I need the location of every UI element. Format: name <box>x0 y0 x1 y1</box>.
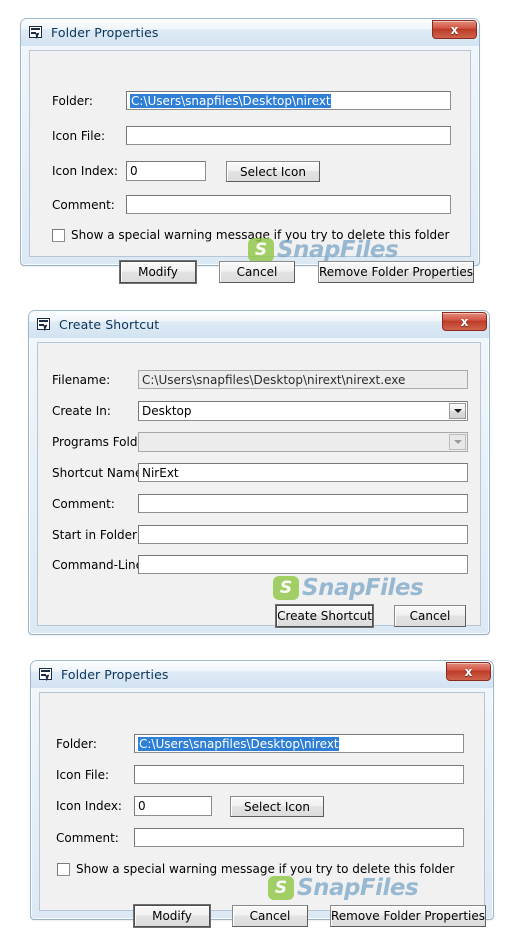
shortcut-name-value: NirExt <box>142 465 179 480</box>
comment-label: Comment: <box>52 497 115 511</box>
icon-index-input[interactable]: 0 <box>126 161 206 181</box>
title-bar[interactable]: Create Shortcut x <box>29 311 489 338</box>
close-button[interactable]: x <box>442 312 487 331</box>
snapfiles-logo-icon: S <box>273 576 299 600</box>
folder-input[interactable]: C:\Users\snapfiles\Desktop\nirext <box>134 734 464 753</box>
delete-warning-checkbox-row[interactable]: Show a special warning message if you tr… <box>52 228 449 242</box>
window-title: Create Shortcut <box>59 317 160 332</box>
folder-label: Folder: <box>52 94 93 108</box>
title-bar[interactable]: Folder Properties x <box>21 19 479 46</box>
snapfiles-watermark-text: SnapFiles <box>297 875 419 901</box>
cancel-button[interactable]: Cancel <box>232 905 308 927</box>
folder-properties-window-2[interactable]: Folder Properties x Folder: C:\Users\sna… <box>30 660 494 927</box>
shortcut-name-input[interactable]: NirExt <box>138 463 468 482</box>
icon-index-input[interactable]: 0 <box>134 796 212 816</box>
snapfiles-watermark: S SnapFiles <box>268 875 419 901</box>
title-bar[interactable]: Folder Properties x <box>31 661 493 688</box>
folder-label: Folder: <box>56 737 97 751</box>
create-shortcut-window[interactable]: Create Shortcut x Filename: C:\Users\sna… <box>28 310 490 635</box>
start-in-folder-label: Start in Folder: <box>52 528 141 542</box>
remove-folder-properties-button[interactable]: Remove Folder Properties <box>330 905 486 927</box>
select-icon-button[interactable]: Select Icon <box>230 796 324 817</box>
snapfiles-logo-icon: S <box>268 876 294 900</box>
folder-input-value: C:\Users\snapfiles\Desktop\nirext <box>138 736 339 751</box>
comment-input[interactable] <box>138 494 468 513</box>
modify-button[interactable]: Modify <box>120 261 196 283</box>
shortcut-name-label: Shortcut Name: <box>52 466 147 480</box>
client-area: Folder: C:\Users\snapfiles\Desktop\nirex… <box>39 692 486 927</box>
icon-index-label: Icon Index: <box>56 799 122 813</box>
nirext-window-icon <box>29 25 45 41</box>
delete-warning-label: Show a special warning message if you tr… <box>71 228 450 242</box>
modify-button[interactable]: Modify <box>134 905 210 927</box>
programs-folder-combobox <box>138 432 468 452</box>
delete-warning-checkbox[interactable] <box>57 862 70 876</box>
chevron-down-icon <box>449 434 466 450</box>
filename-label: Filename: <box>52 373 111 387</box>
icon-file-input[interactable] <box>134 765 464 784</box>
comment-label: Comment: <box>56 831 119 845</box>
client-area: Filename: C:\Users\snapfiles\Desktop\nir… <box>37 342 481 627</box>
window-title: Folder Properties <box>51 25 159 40</box>
filename-input: C:\Users\snapfiles\Desktop\nirext\nirext… <box>138 370 468 389</box>
filename-input-value: C:\Users\snapfiles\Desktop\nirext\nirext… <box>142 372 406 387</box>
close-button[interactable]: x <box>432 20 477 39</box>
nirext-window-icon <box>37 317 53 333</box>
comment-input[interactable] <box>126 195 451 214</box>
cancel-button[interactable]: Cancel <box>219 261 295 283</box>
delete-warning-checkbox-row[interactable]: Show a special warning message if you tr… <box>57 862 454 876</box>
folder-properties-window-1[interactable]: Folder Properties x Folder: C:\Users\sna… <box>20 18 480 283</box>
snapfiles-watermark: S SnapFiles <box>273 575 424 601</box>
folder-input-value: C:\Users\snapfiles\Desktop\nirext <box>130 93 331 108</box>
start-in-folder-input[interactable] <box>138 525 468 544</box>
create-in-combobox[interactable]: Desktop <box>138 401 468 421</box>
remove-folder-properties-button[interactable]: Remove Folder Properties <box>318 261 474 283</box>
create-in-label: Create In: <box>52 404 111 418</box>
select-icon-button[interactable]: Select Icon <box>226 161 320 182</box>
snapfiles-watermark-text: SnapFiles <box>302 575 424 601</box>
create-shortcut-button[interactable]: Create Shortcut <box>276 605 373 627</box>
create-in-value: Desktop <box>142 404 192 418</box>
icon-file-label: Icon File: <box>56 768 110 782</box>
delete-warning-label: Show a special warning message if you tr… <box>76 862 455 876</box>
client-area: Folder: C:\Users\snapfiles\Desktop\nirex… <box>29 50 474 283</box>
delete-warning-checkbox[interactable] <box>52 228 65 242</box>
chevron-down-icon[interactable] <box>449 403 466 419</box>
icon-file-label: Icon File: <box>52 129 106 143</box>
comment-label: Comment: <box>52 198 115 212</box>
comment-input[interactable] <box>134 828 464 847</box>
nirext-window-icon <box>39 667 55 683</box>
icon-file-input[interactable] <box>126 126 451 145</box>
folder-input[interactable]: C:\Users\snapfiles\Desktop\nirext <box>126 91 451 110</box>
window-title: Folder Properties <box>61 667 169 682</box>
close-button[interactable]: x <box>446 662 491 681</box>
icon-index-input-value: 0 <box>138 799 146 813</box>
cancel-button[interactable]: Cancel <box>394 605 466 627</box>
icon-index-label: Icon Index: <box>52 164 118 178</box>
command-line-input[interactable] <box>138 555 468 574</box>
command-line-label: Command-Line: <box>52 558 148 572</box>
icon-index-input-value: 0 <box>130 164 138 178</box>
